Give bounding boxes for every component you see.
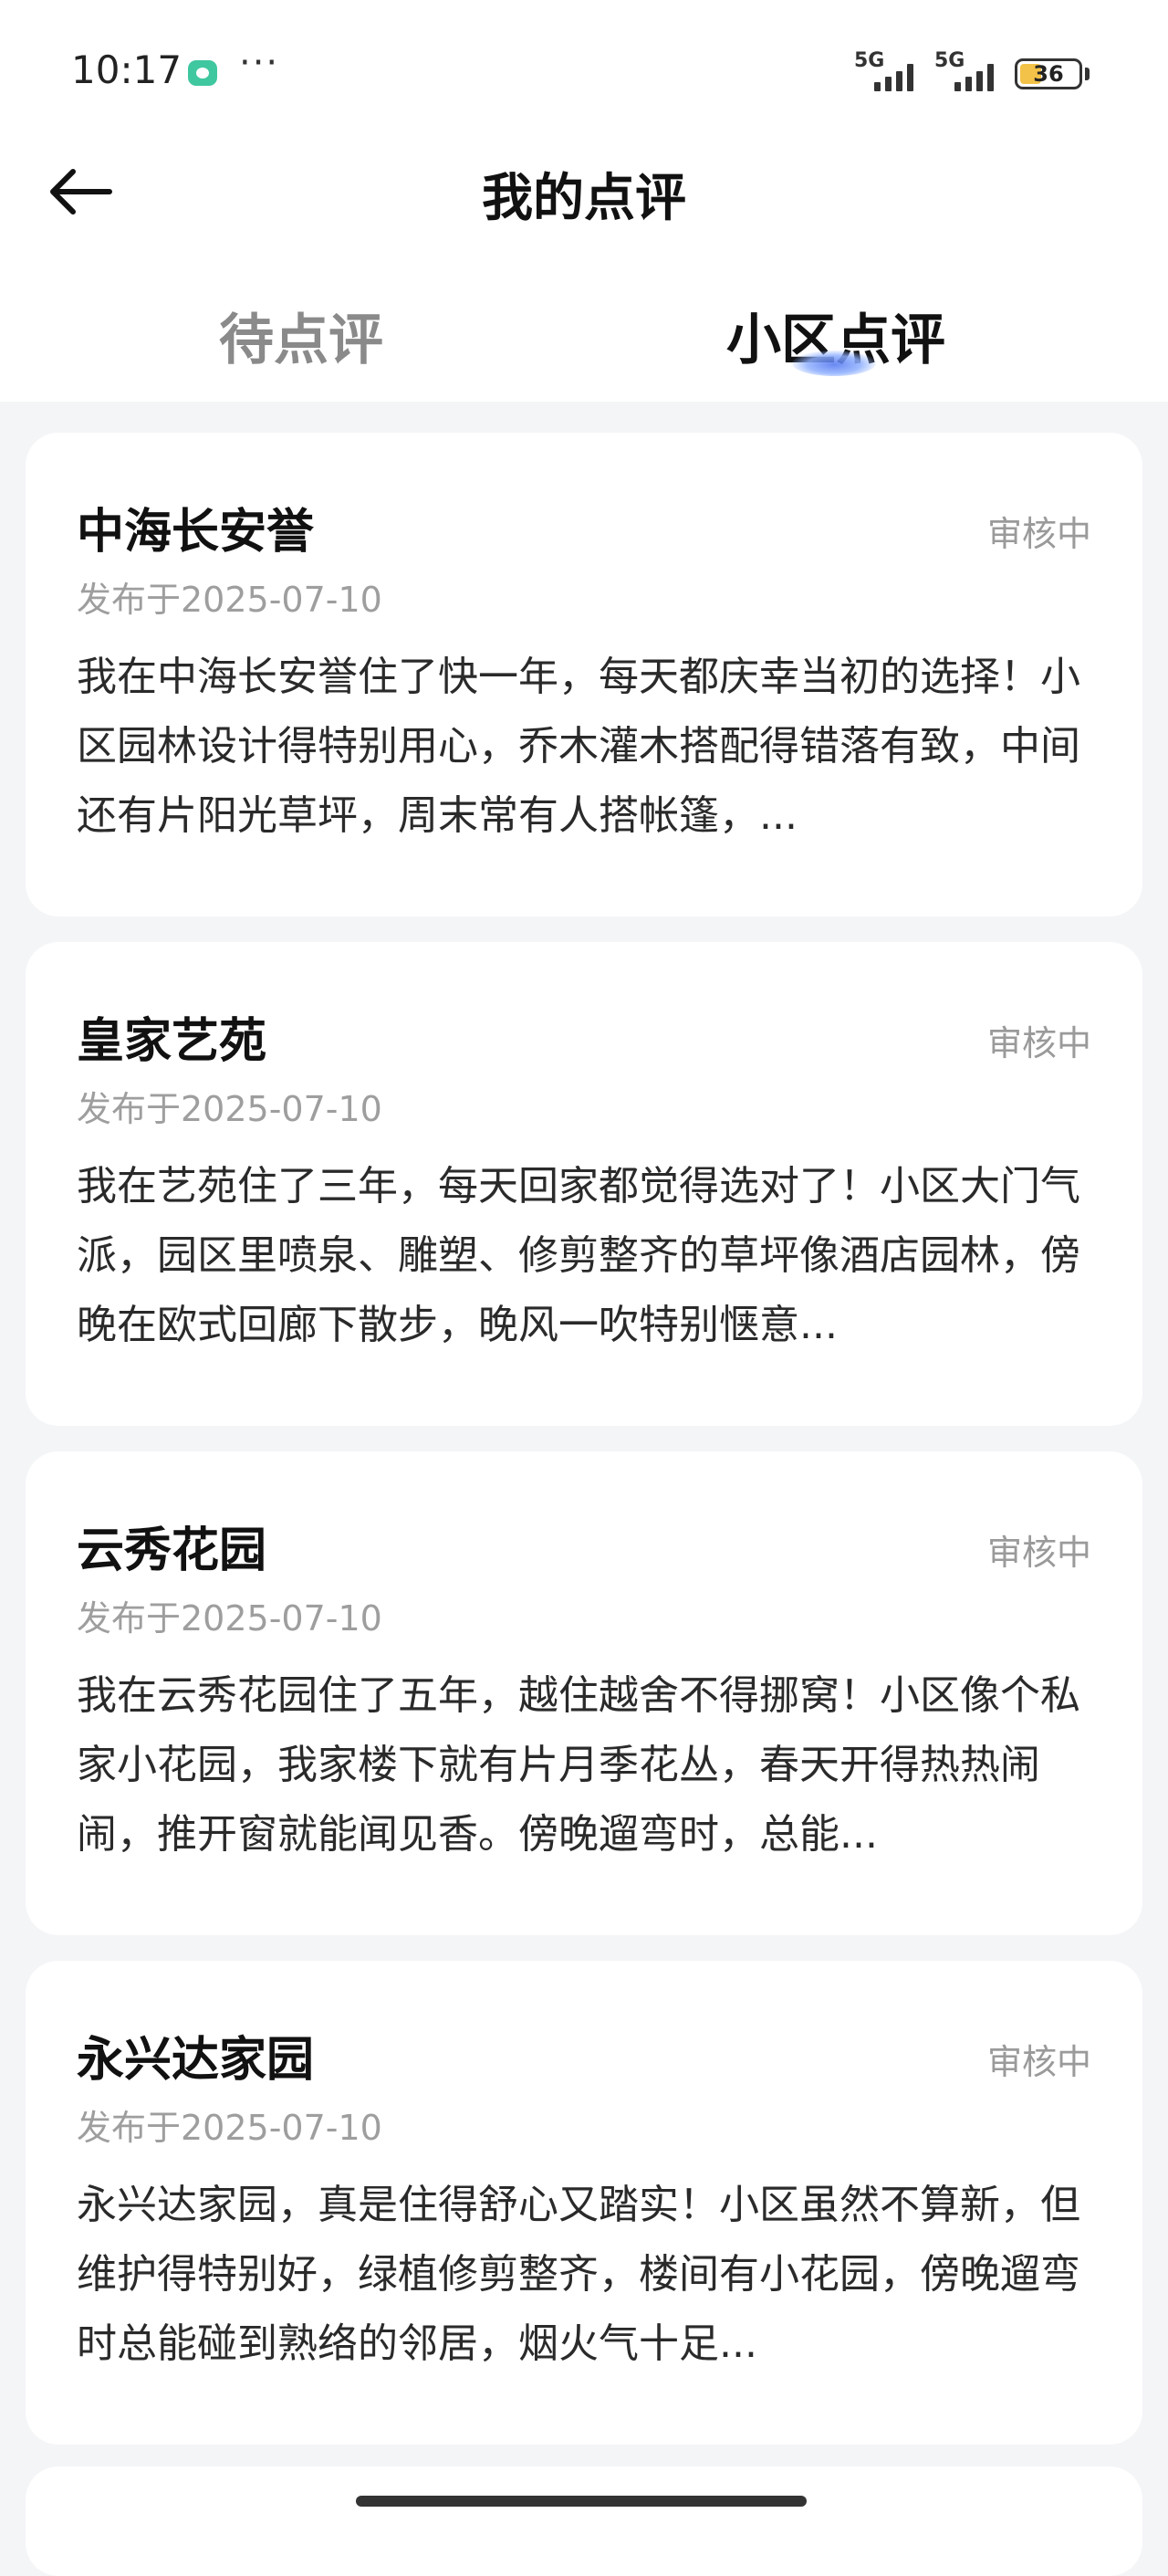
status-more-icon: ··· — [239, 42, 280, 84]
tab-pending-review[interactable]: 待点评 — [91, 296, 511, 375]
review-card[interactable]: 皇家艺苑 审核中 发布于2025-07-10 我在艺苑住了三年，每天回家都觉得选… — [26, 942, 1142, 1426]
publish-date: 发布于2025-07-10 — [77, 580, 382, 620]
review-text: 我在云秀花园住了五年，越住越舍不得挪窝！小区像个私家小花园，我家楼下就有片月季花… — [77, 1672, 1080, 1858]
review-card[interactable]: 中海长安誉 审核中 发布于2025-07-10 我在中海长安誉住了快一年，每天都… — [26, 433, 1142, 916]
page-title: 我的点评 — [482, 169, 686, 228]
home-indicator[interactable] — [356, 2496, 807, 2507]
battery-level: 36 — [1033, 61, 1064, 87]
signal-5g-icon: 5G — [854, 49, 927, 95]
review-text: 我在中海长安誉住了快一年，每天都庆幸当初的选择！小区园林设计得特别用心，乔木灌木… — [77, 654, 1080, 839]
publish-date: 发布于2025-07-10 — [77, 1089, 382, 1129]
community-name: 中海长安誉 — [77, 505, 315, 560]
review-text: 我在艺苑住了三年，每天回家都觉得选对了！小区大门气派，园区里喷泉、雕塑、修剪整齐… — [77, 1163, 1080, 1348]
review-card-partial[interactable] — [26, 2466, 1142, 2576]
status-time: 10:17 — [71, 47, 182, 92]
review-card[interactable]: 云秀花园 审核中 发布于2025-07-10 我在云秀花园住了五年，越住越舍不得… — [26, 1451, 1142, 1935]
status-badge: 审核中 — [986, 2042, 1091, 2082]
publish-date: 发布于2025-07-10 — [77, 2108, 382, 2148]
community-name: 皇家艺苑 — [77, 1014, 267, 1069]
publish-date: 发布于2025-07-10 — [77, 1598, 382, 1639]
battery-tip — [1085, 68, 1090, 80]
review-text: 永兴达家园，真是住得舒心又踏实！小区虽然不算新，但维护得特别好，绿植修剪整齐，楼… — [77, 2182, 1080, 2367]
chat-app-icon — [188, 60, 217, 86]
signal-5g-icon-2: 5G — [934, 49, 1007, 95]
status-badge: 审核中 — [986, 1023, 1091, 1063]
review-list: 中海长安誉 审核中 发布于2025-07-10 我在中海长安誉住了快一年，每天都… — [26, 433, 1142, 2470]
top-bar: 10:17 ··· 5G 5G 36 我的点评 待点评 小区点评 — [0, 0, 1168, 402]
review-card[interactable]: 永兴达家园 审核中 发布于2025-07-10 永兴达家园，真是住得舒心又踏实！… — [26, 1961, 1142, 2445]
battery-icon: 36 — [1015, 58, 1082, 89]
status-badge: 审核中 — [986, 514, 1091, 554]
community-name: 云秀花园 — [77, 1524, 267, 1578]
status-badge: 审核中 — [986, 1533, 1091, 1573]
active-tab-indicator — [792, 351, 876, 376]
community-name: 永兴达家园 — [77, 2033, 315, 2088]
